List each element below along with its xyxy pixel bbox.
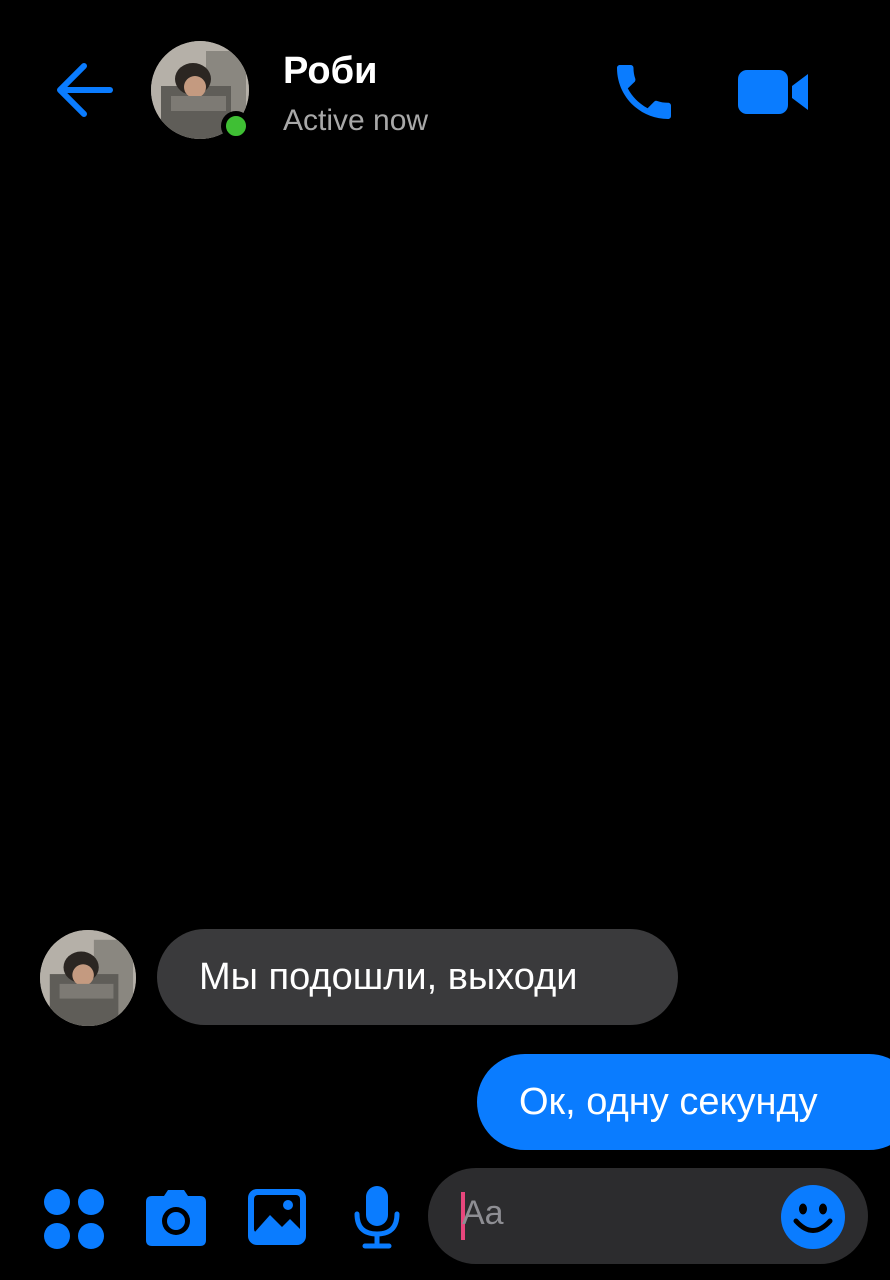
incoming-message[interactable]: Мы подошли, выходи bbox=[157, 929, 678, 1025]
apps-icon bbox=[44, 1189, 104, 1249]
input-placeholder: Aa bbox=[462, 1194, 504, 1232]
contact-avatar[interactable] bbox=[151, 41, 251, 141]
phone-icon bbox=[617, 65, 671, 119]
voice-call-button[interactable] bbox=[608, 56, 680, 128]
image-icon bbox=[248, 1189, 306, 1245]
message-sender-avatar[interactable] bbox=[40, 930, 136, 1026]
video-camera-icon bbox=[738, 70, 808, 114]
back-button[interactable] bbox=[52, 58, 116, 122]
arrow-left-icon bbox=[57, 63, 113, 117]
apps-button[interactable] bbox=[42, 1187, 106, 1251]
camera-button[interactable] bbox=[144, 1188, 208, 1248]
voice-message-button[interactable] bbox=[352, 1184, 402, 1250]
online-indicator bbox=[221, 111, 251, 141]
emoji-icon bbox=[781, 1185, 845, 1249]
contact-status: Active now bbox=[283, 104, 429, 137]
gallery-button[interactable] bbox=[246, 1187, 308, 1247]
emoji-button[interactable] bbox=[780, 1184, 846, 1250]
chat-header: Роби Active now bbox=[0, 0, 890, 180]
camera-icon bbox=[146, 1190, 206, 1246]
contact-name[interactable]: Роби bbox=[283, 50, 377, 93]
outgoing-message[interactable]: Ок, одну секунду bbox=[477, 1054, 890, 1150]
messenger-chat-screen: Роби Active now Мы подошли, выходи Ок, о… bbox=[0, 0, 890, 1280]
video-call-button[interactable] bbox=[736, 62, 812, 122]
microphone-icon bbox=[354, 1186, 400, 1249]
